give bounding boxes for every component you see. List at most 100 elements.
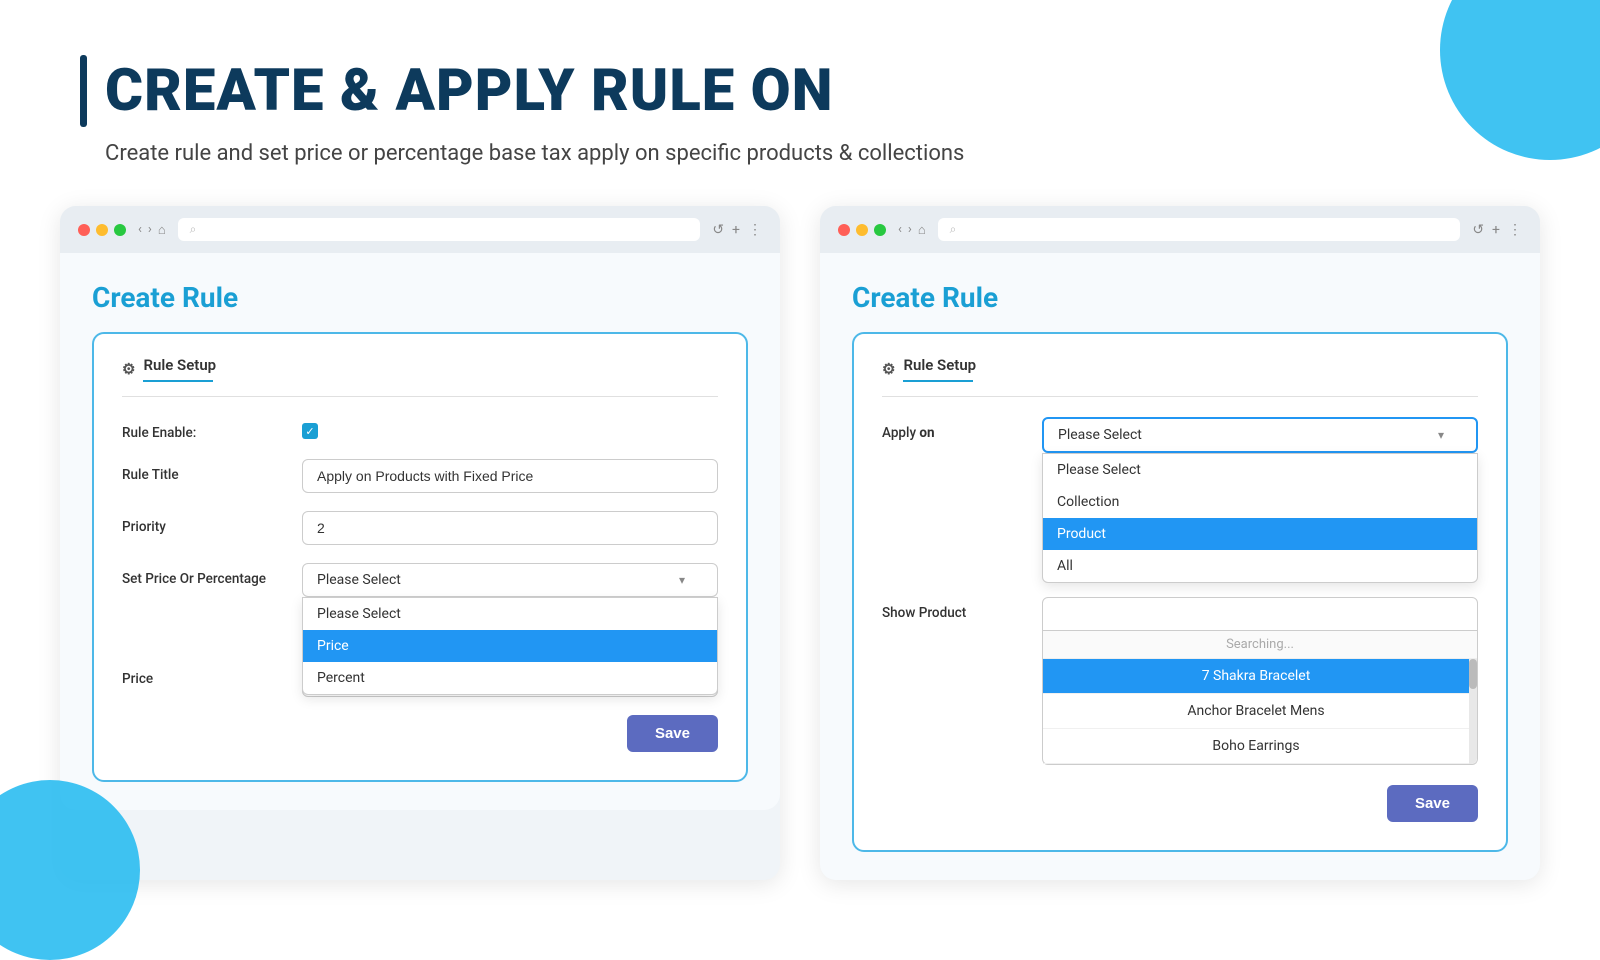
set-price-select-value: Please Select (317, 572, 401, 588)
apply-on-label: Apply on (882, 417, 1022, 441)
left-browser-window: ‹ › ⌂ ⌕ ↺ + ⋮ Create Rule ⚙ Rule Setup (60, 206, 780, 880)
right-browser-body: Create Rule ⚙ Rule Setup Apply on (820, 253, 1540, 880)
apply-on-arrow-icon: ▾ (1438, 428, 1444, 442)
apply-dropdown-please-select[interactable]: Please Select (1043, 454, 1477, 486)
product-list-searching: Searching... (1043, 631, 1477, 659)
product-list: Searching... 7 Shakra Bracelet Anchor Br… (1042, 631, 1478, 765)
apply-on-select-wrapper: Please Select ▾ Please Select Collection… (1042, 417, 1478, 583)
header-bar (80, 55, 87, 127)
check-icon: ✓ (305, 425, 314, 438)
apply-dropdown-product[interactable]: Product (1043, 518, 1477, 550)
right-rule-card-header: ⚙ Rule Setup (882, 356, 1478, 397)
priority-label: Priority (122, 511, 282, 535)
right-browser-window: ‹ › ⌂ ⌕ ↺ + ⋮ Create Rule ⚙ Rule Setup (820, 206, 1540, 880)
page-title: CREATE & APPLY RULE ON (105, 57, 833, 125)
nav-forward-icon[interactable]: › (148, 222, 152, 238)
right-nav-back-icon[interactable]: ‹ (898, 222, 902, 238)
apply-dropdown-collection[interactable]: Collection (1043, 486, 1477, 518)
rule-enable-row: Rule Enable: ✓ (122, 417, 718, 441)
nav-refresh-icon[interactable]: ↺ (712, 222, 724, 238)
right-save-button[interactable]: Save (1387, 785, 1478, 822)
left-rule-setup-label: Rule Setup (143, 356, 216, 374)
dropdown-item-price[interactable]: Price (303, 630, 717, 662)
main-content: ‹ › ⌂ ⌕ ↺ + ⋮ Create Rule ⚙ Rule Setup (0, 196, 1600, 880)
show-product-row: Show Product Searching... 7 Shakra Brace… (882, 597, 1478, 765)
product-list-item-boho[interactable]: Boho Earrings (1043, 729, 1469, 764)
apply-on-value: Please Select (1058, 427, 1142, 443)
set-price-row: Set Price Or Percentage Please Select ▾ … (122, 563, 718, 597)
right-search-icon: ⌕ (950, 222, 957, 237)
browser-menu-icon[interactable]: ⋮ (748, 222, 762, 238)
left-save-button[interactable]: Save (627, 715, 718, 752)
right-rule-card-underline (903, 380, 973, 382)
set-price-select-wrapper: Please Select ▾ Please Select Price Perc… (302, 563, 718, 597)
price-label: Price (122, 663, 282, 687)
priority-row: Priority (122, 511, 718, 545)
right-nav-home-icon[interactable]: ⌂ (918, 222, 926, 238)
set-price-control: Please Select ▾ Please Select Price Perc… (302, 563, 718, 597)
right-dot-green[interactable] (874, 224, 886, 236)
header: CREATE & APPLY RULE ON Create rule and s… (0, 0, 1600, 196)
set-price-arrow-icon: ▾ (679, 573, 685, 587)
right-nav-refresh-icon[interactable]: ↺ (1472, 222, 1484, 238)
apply-on-dropdown: Please Select Collection Product All (1042, 453, 1478, 583)
tab-add-icon[interactable]: + (732, 222, 740, 238)
left-browser-url[interactable]: ⌕ (178, 218, 701, 241)
left-browser-actions: ↺ + ⋮ (712, 222, 762, 238)
product-list-item-anchor[interactable]: Anchor Bracelet Mens (1043, 694, 1469, 729)
right-browser-toolbar: ‹ › ⌂ ⌕ ↺ + ⋮ (820, 206, 1540, 253)
right-browser-nav: ‹ › ⌂ (898, 222, 926, 238)
priority-input[interactable] (302, 511, 718, 545)
left-rule-card-header: ⚙ Rule Setup (122, 356, 718, 397)
set-price-dropdown: Please Select Price Percent (302, 597, 718, 695)
right-browser-actions: ↺ + ⋮ (1472, 222, 1522, 238)
left-browser-nav: ‹ › ⌂ (138, 222, 166, 238)
dot-red[interactable] (78, 224, 90, 236)
right-create-rule-title: Create Rule (852, 281, 1508, 314)
right-rule-setup-label: Rule Setup (903, 356, 976, 374)
apply-on-row: Apply on Please Select ▾ Please Select C… (882, 417, 1478, 583)
show-product-input[interactable] (1042, 597, 1478, 631)
page-subtitle: Create rule and set price or percentage … (105, 141, 1520, 166)
product-list-item-7-shakra[interactable]: 7 Shakra Bracelet (1043, 659, 1469, 694)
rule-title-control (302, 459, 718, 493)
right-rule-card: ⚙ Rule Setup Apply on Please Select ▾ (852, 332, 1508, 852)
left-rule-card-underline (143, 380, 213, 382)
priority-control (302, 511, 718, 545)
dropdown-item-please-select[interactable]: Please Select (303, 598, 717, 630)
right-browser-dots (838, 224, 886, 236)
rule-title-row: Rule Title (122, 459, 718, 493)
show-product-control: Searching... 7 Shakra Bracelet Anchor Br… (1042, 597, 1478, 765)
set-price-select[interactable]: Please Select ▾ (302, 563, 718, 597)
right-browser-menu-icon[interactable]: ⋮ (1508, 222, 1522, 238)
left-browser-body: Create Rule ⚙ Rule Setup Rule Enable: ✓ (60, 253, 780, 810)
nav-home-icon[interactable]: ⌂ (158, 222, 166, 238)
right-gear-icon: ⚙ (882, 360, 895, 378)
right-nav-forward-icon[interactable]: › (908, 222, 912, 238)
right-browser-url[interactable]: ⌕ (938, 218, 1461, 241)
product-list-scrollbar-thumb (1469, 659, 1477, 689)
rule-title-input[interactable] (302, 459, 718, 493)
dot-green[interactable] (114, 224, 126, 236)
product-list-scrollbar[interactable] (1469, 659, 1477, 764)
apply-on-select[interactable]: Please Select ▾ (1042, 417, 1478, 453)
left-browser-dots (78, 224, 126, 236)
left-browser-toolbar: ‹ › ⌂ ⌕ ↺ + ⋮ (60, 206, 780, 253)
dot-yellow[interactable] (96, 224, 108, 236)
search-icon: ⌕ (190, 222, 197, 237)
right-tab-add-icon[interactable]: + (1492, 222, 1500, 238)
left-gear-icon: ⚙ (122, 360, 135, 378)
show-product-label: Show Product (882, 597, 1022, 621)
right-dot-yellow[interactable] (856, 224, 868, 236)
left-rule-card: ⚙ Rule Setup Rule Enable: ✓ (92, 332, 748, 782)
set-price-label: Set Price Or Percentage (122, 563, 282, 587)
left-create-rule-title: Create Rule (92, 281, 748, 314)
rule-enable-control: ✓ (302, 417, 718, 439)
nav-back-icon[interactable]: ‹ (138, 222, 142, 238)
dropdown-item-percent[interactable]: Percent (303, 662, 717, 694)
rule-enable-label: Rule Enable: (122, 417, 282, 441)
rule-enable-checkbox[interactable]: ✓ (302, 423, 318, 439)
rule-title-label: Rule Title (122, 459, 282, 483)
apply-dropdown-all[interactable]: All (1043, 550, 1477, 582)
right-dot-red[interactable] (838, 224, 850, 236)
